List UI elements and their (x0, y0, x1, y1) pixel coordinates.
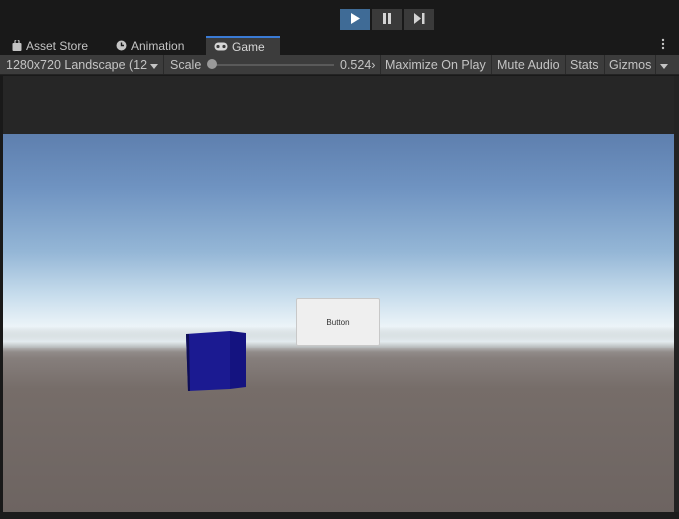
play-toolbar (0, 0, 679, 36)
game-view[interactable]: Button (3, 76, 674, 512)
step-icon (413, 12, 425, 27)
resolution-dropdown[interactable]: 1280x720 Landscape (12 (6, 55, 159, 74)
pause-icon (382, 12, 392, 27)
gizmos-toggle[interactable]: Gizmos (609, 55, 651, 74)
divider (380, 55, 381, 74)
play-icon (350, 12, 360, 27)
tab-label: Asset Store (26, 38, 89, 53)
divider (604, 55, 605, 74)
gamepad-icon (214, 42, 228, 51)
dropdown-arrow-icon (150, 58, 159, 72)
scale-label: Scale (170, 57, 202, 72)
tab-bar: Asset Store Animation Game (0, 36, 679, 55)
maximize-on-play-toggle[interactable]: Maximize On Play (385, 55, 486, 74)
resolution-label: 1280x720 Landscape (12 (6, 57, 148, 72)
gizmos-dropdown[interactable] (660, 55, 668, 74)
clock-icon (116, 40, 127, 51)
divider (655, 55, 656, 74)
more-vert-icon[interactable] (661, 38, 665, 53)
scale-slider[interactable] (210, 64, 334, 66)
game-toolbar: 1280x720 Landscape (12 Scale 0.524 › Maxi… (0, 55, 679, 75)
stats-toggle[interactable]: Stats (570, 55, 599, 74)
divider (163, 55, 164, 74)
play-button[interactable] (340, 9, 370, 30)
tab-label: Animation (131, 38, 185, 53)
mute-audio-toggle[interactable]: Mute Audio (497, 55, 560, 74)
scrollbar-gutter (674, 76, 679, 512)
ground (3, 348, 674, 512)
tab-asset-store[interactable]: Asset Store (4, 36, 96, 55)
tab-animation[interactable]: Animation (108, 36, 192, 55)
divider (491, 55, 492, 74)
pause-button[interactable] (372, 9, 402, 30)
tab-game[interactable]: Game (206, 36, 280, 55)
game-ui-button-label: Button (326, 317, 350, 327)
game-ui-button[interactable]: Button (296, 298, 380, 346)
dropdown-arrow-icon (660, 58, 668, 72)
bag-icon (12, 40, 22, 51)
scale-value: 0.524 › (340, 57, 376, 72)
bottom-border (0, 512, 679, 519)
divider (565, 55, 566, 74)
scale-slider-handle[interactable] (207, 59, 217, 69)
tab-label: Game (232, 39, 265, 54)
step-button[interactable] (404, 9, 434, 30)
cube-object (186, 331, 247, 391)
